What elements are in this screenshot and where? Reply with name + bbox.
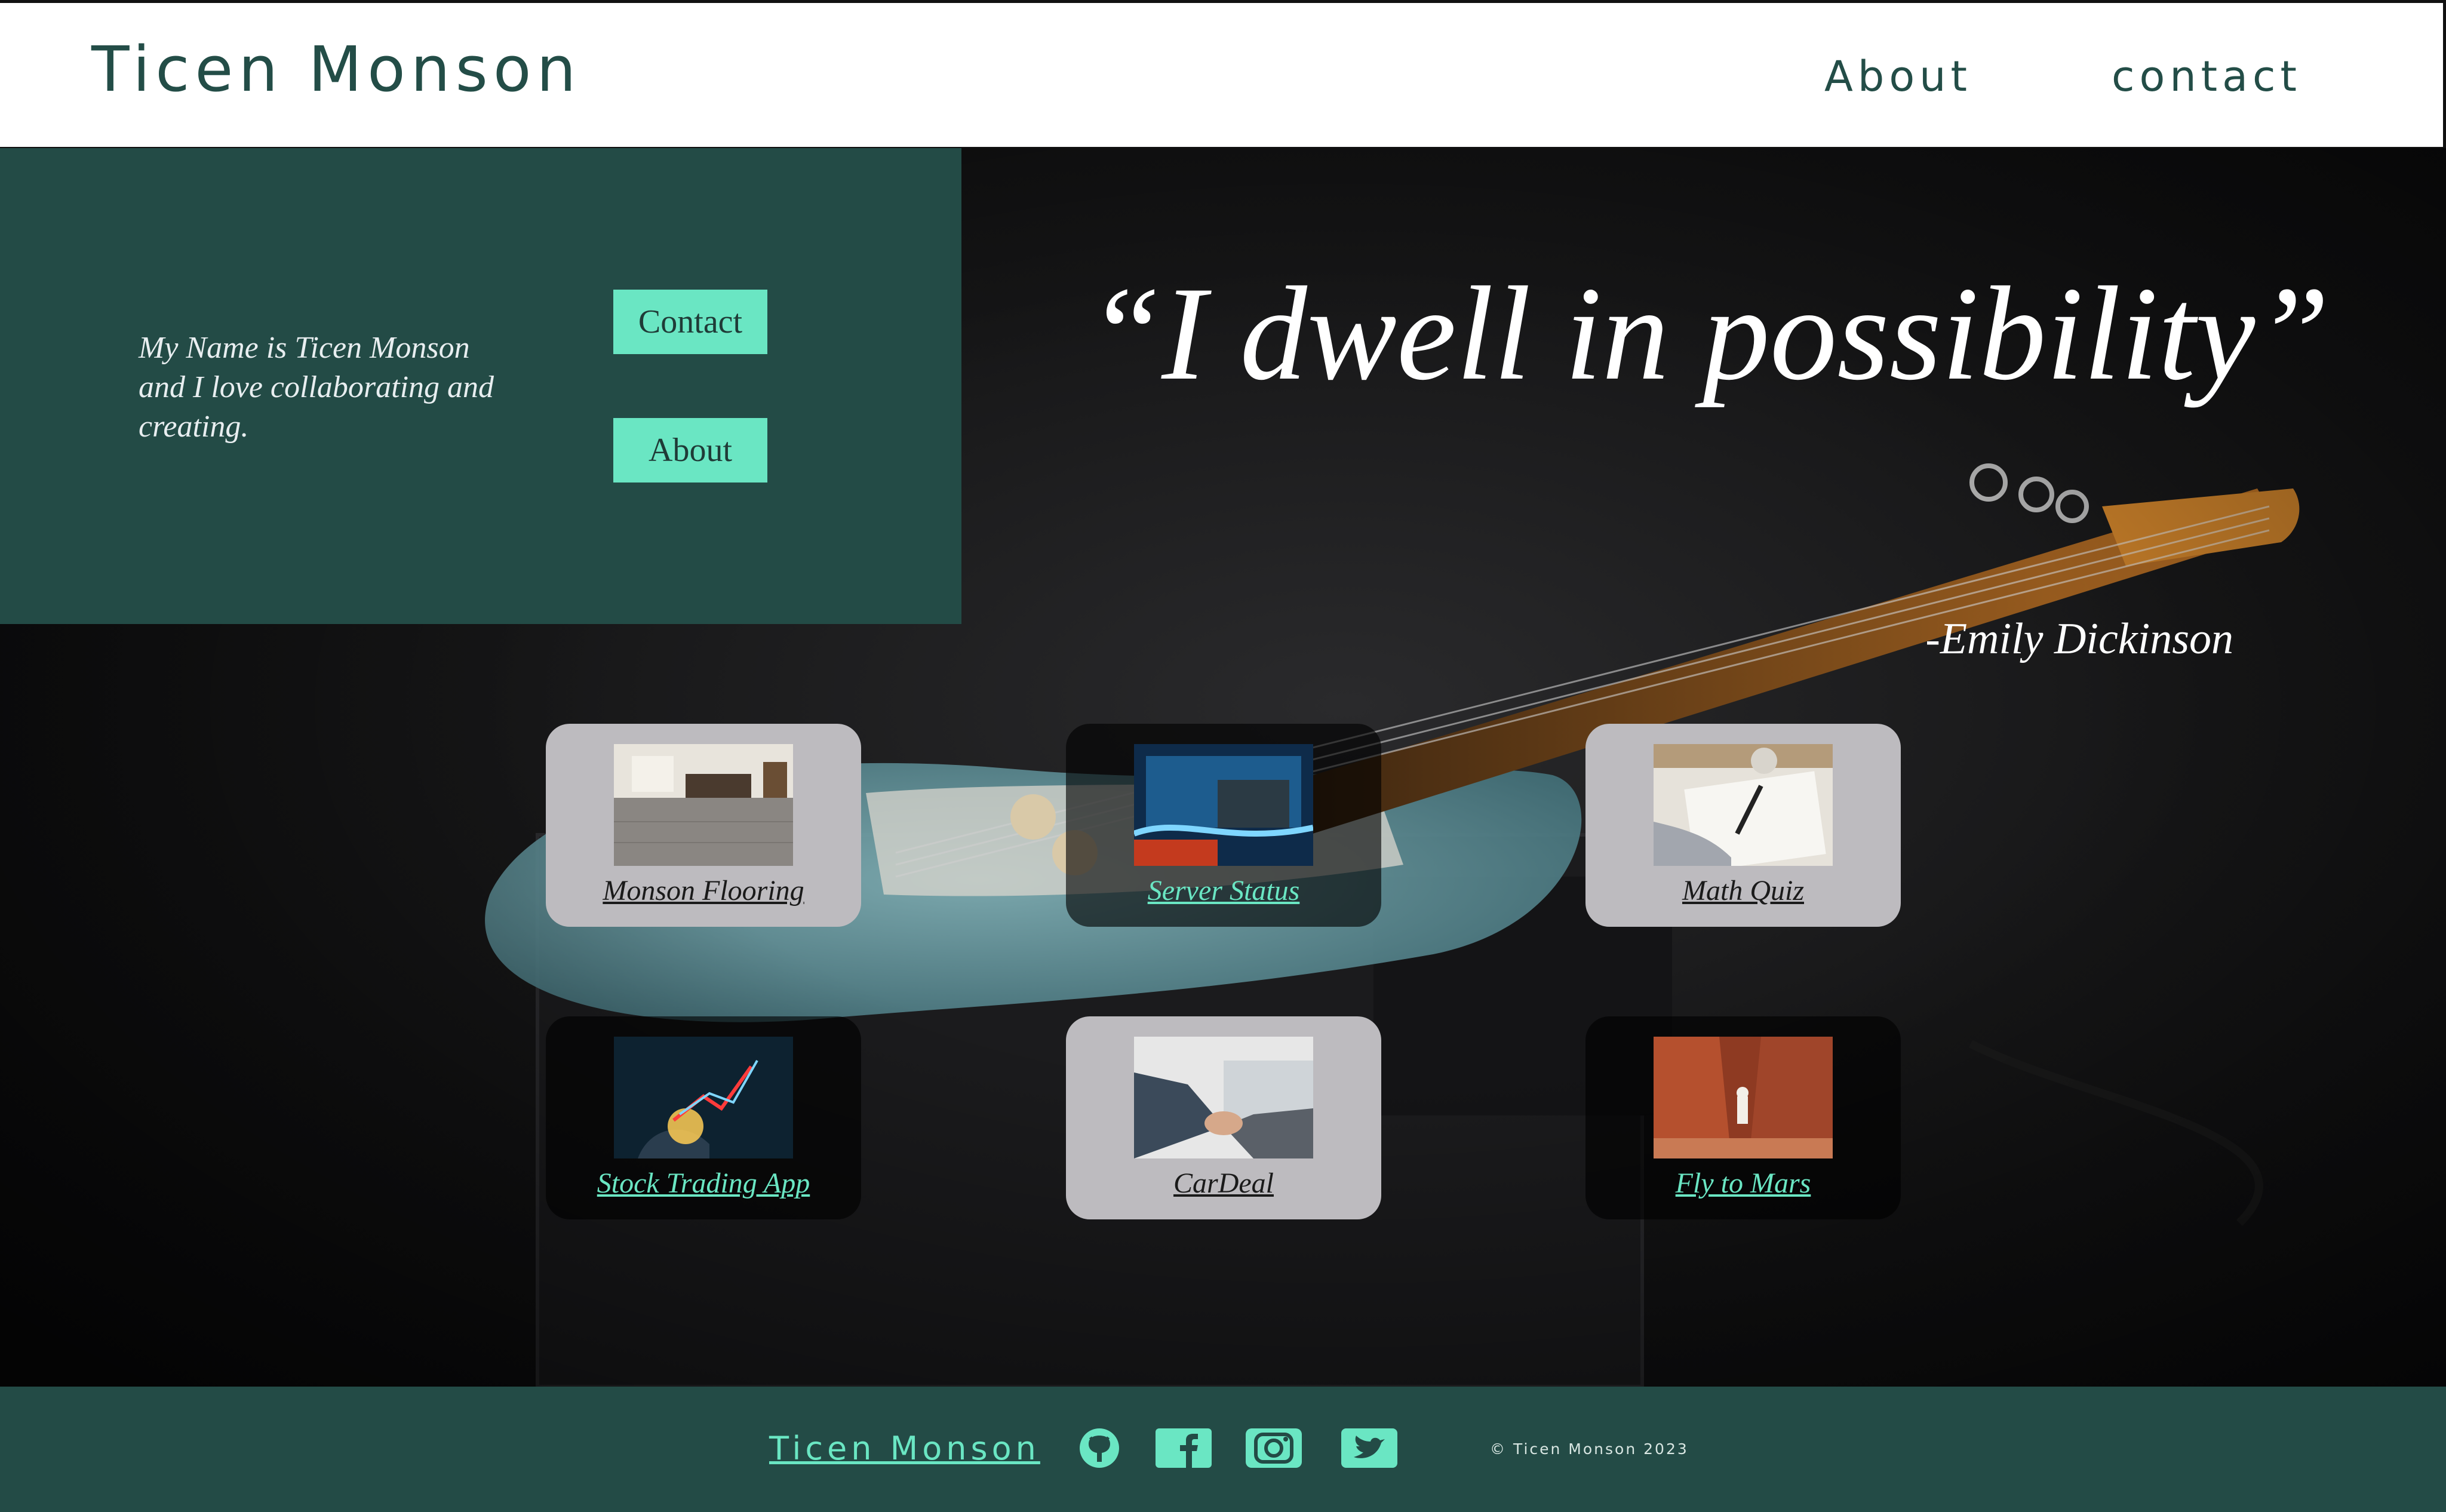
- quote-author: -Emily Dickinson: [1925, 614, 2233, 663]
- copyright-text: © Ticen Monson 2023: [1490, 1440, 1689, 1458]
- facebook-icon[interactable]: [1155, 1427, 1212, 1469]
- mars-astronaut-photo: [1654, 1037, 1833, 1158]
- handshake-photo: [1134, 1037, 1313, 1158]
- about-button[interactable]: About: [613, 418, 767, 483]
- intro-text: My Name is Ticen Monson and I love colla…: [139, 331, 494, 444]
- site-brand[interactable]: Ticen Monson: [91, 33, 581, 106]
- contact-button[interactable]: Contact: [613, 290, 767, 354]
- intro-panel: My Name is Ticen Monson and I love colla…: [0, 148, 961, 624]
- stock-chart-photo: [614, 1037, 793, 1158]
- project-card-math-quiz[interactable]: Math Quiz: [1585, 724, 1901, 927]
- project-label[interactable]: Math Quiz: [1585, 874, 1901, 907]
- project-label[interactable]: CarDeal: [1066, 1167, 1381, 1200]
- server-hardware-photo: [1134, 744, 1313, 866]
- writing-hand-photo: [1654, 744, 1833, 866]
- nav-contact-link[interactable]: contact: [2112, 52, 2301, 101]
- site-footer: Ticen Monson © Ticen Monson 2023: [0, 1387, 2446, 1512]
- site-header: Ticen Monson About contact: [0, 0, 2446, 148]
- hero-section: My Name is Ticen Monson and I love colla…: [0, 148, 2446, 1387]
- flooring-photo: [614, 744, 793, 866]
- nav-about-link[interactable]: About: [1824, 52, 1972, 101]
- project-label[interactable]: Fly to Mars: [1585, 1167, 1901, 1200]
- project-label[interactable]: Monson Flooring: [546, 874, 861, 907]
- instagram-icon[interactable]: [1245, 1427, 1302, 1469]
- footer-brand-link[interactable]: Ticen Monson: [769, 1430, 1040, 1467]
- project-card-fly-to-mars[interactable]: Fly to Mars: [1585, 1016, 1901, 1219]
- github-icon[interactable]: [1071, 1427, 1128, 1469]
- project-card-cardeal[interactable]: CarDeal: [1066, 1016, 1381, 1219]
- project-card-server-status[interactable]: Server Status: [1066, 724, 1381, 927]
- project-card-stock-trading-app[interactable]: Stock Trading App: [546, 1016, 861, 1219]
- project-label[interactable]: Server Status: [1066, 874, 1381, 907]
- project-card-monson-flooring[interactable]: Monson Flooring: [546, 724, 861, 927]
- project-label[interactable]: Stock Trading App: [546, 1167, 861, 1200]
- hero-quote: “I dwell in possibility”: [1087, 259, 2330, 408]
- twitter-icon[interactable]: [1341, 1427, 1398, 1469]
